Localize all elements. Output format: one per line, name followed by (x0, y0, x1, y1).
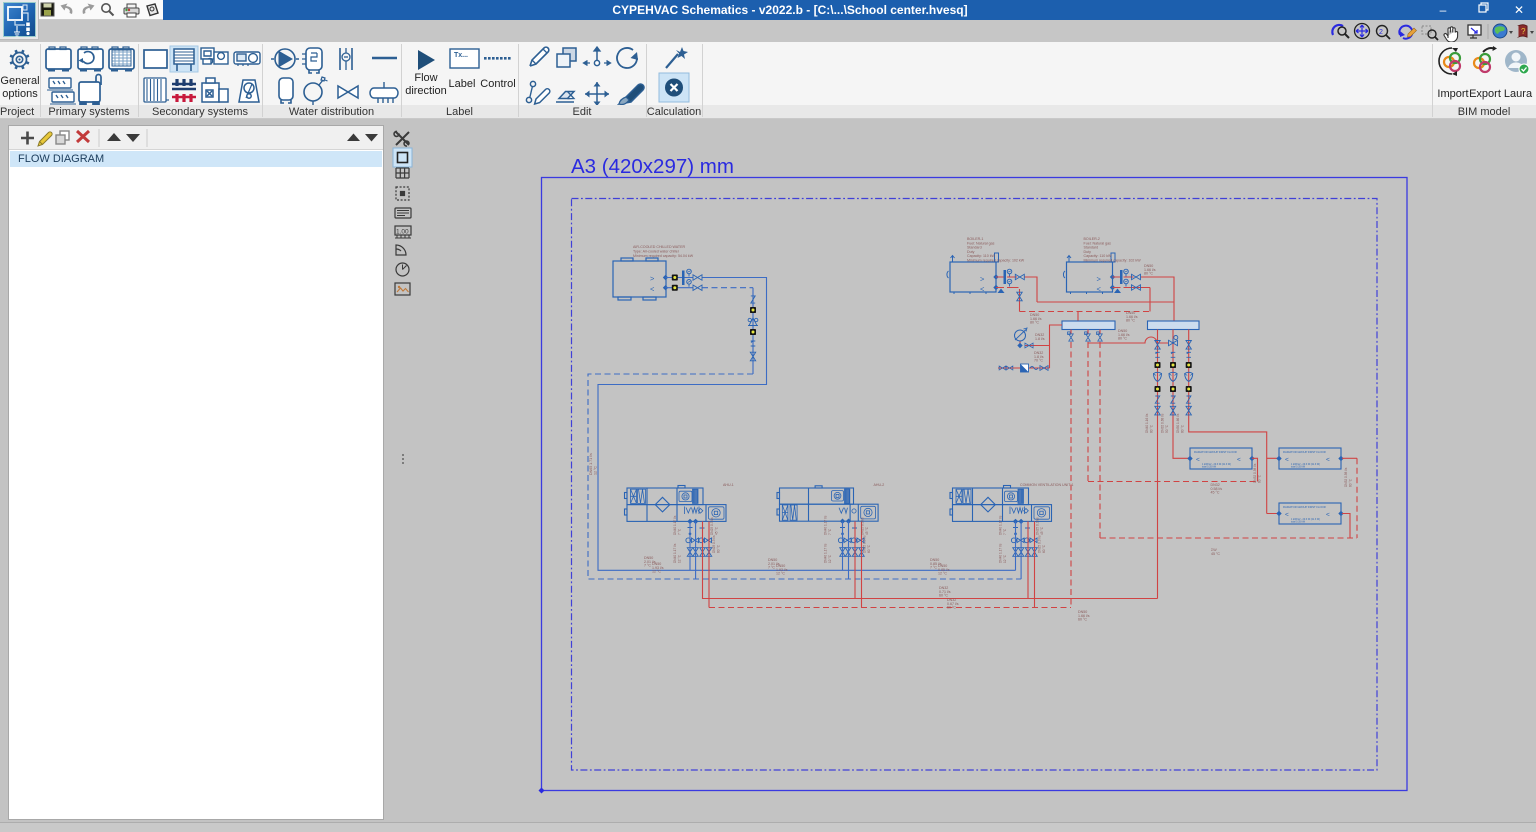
svg-text:>: > (650, 274, 655, 283)
svg-text:60 °C: 60 °C (867, 544, 871, 553)
svg-text:AHU-2: AHU-2 (874, 483, 885, 487)
svg-text:DN32 0.58 l/s: DN32 0.58 l/s (1253, 463, 1257, 483)
svg-text:DN40 1.17 l/s: DN40 1.17 l/s (999, 543, 1003, 563)
svg-text:DN40 1.17 l/s: DN40 1.17 l/s (824, 515, 828, 535)
svg-text:2: 2 (1379, 29, 1383, 36)
svg-text:60 °C: 60 °C (717, 544, 721, 553)
svg-text:DN25 0.3 l/s: DN25 0.3 l/s (861, 517, 865, 535)
svg-text:7 °C: 7 °C (1003, 528, 1007, 535)
svg-text:12 °C: 12 °C (678, 554, 682, 563)
svg-text:DN25 0.3 l/s: DN25 0.3 l/s (710, 517, 714, 535)
svg-text:45 °C: 45 °C (715, 526, 719, 535)
svg-text:Minimum required capacity: 54.: Minimum required capacity: 54.04 kW (633, 254, 694, 258)
svg-text:DN65 1.71 l/s: DN65 1.71 l/s (589, 453, 593, 475)
svg-text:60 °C: 60 °C (939, 594, 948, 598)
svg-text:45 °C: 45 °C (1040, 526, 1044, 535)
svg-text:DN25 0.3 l/s: DN25 0.3 l/s (1036, 517, 1040, 535)
svg-text:60 °C: 60 °C (947, 606, 956, 610)
svg-text:Type: Air-cooled water chiller: Type: Air-cooled water chiller (633, 250, 680, 254)
svg-text:60 °C: 60 °C (1258, 474, 1262, 483)
svg-text:DN25 0.3 l/s: DN25 0.3 l/s (1038, 535, 1042, 553)
svg-text:COMMON VENTILATION UNIT-1: COMMON VENTILATION UNIT-1 (1020, 483, 1073, 487)
svg-text:DN40 1.17 l/s: DN40 1.17 l/s (999, 515, 1003, 535)
svg-text:DN40 1.17 l/s: DN40 1.17 l/s (673, 515, 677, 535)
svg-text:80 °C: 80 °C (1118, 337, 1127, 341)
svg-text:DN25 0.3 l/s: DN25 0.3 l/s (712, 535, 716, 553)
svg-text:AIR-COOLED CHILLED WATER: AIR-COOLED CHILLED WATER (633, 245, 686, 249)
svg-text:AHU-1: AHU-1 (723, 483, 734, 487)
svg-text:DN40 1.17 l/s: DN40 1.17 l/s (824, 543, 828, 563)
svg-text:12 °C: 12 °C (776, 572, 785, 576)
svg-text:Minimum required capacity: 102: Minimum required capacity: 102 kW (967, 259, 1025, 263)
svg-text:12 °C: 12 °C (594, 466, 598, 475)
svg-text:45 °C: 45 °C (1211, 552, 1220, 556)
svg-text:1.00: 1.00 (396, 229, 409, 236)
svg-text:45 °C: 45 °C (1211, 491, 1220, 495)
svg-text:50 °C: 50 °C (1165, 424, 1169, 433)
svg-text:Minimum required capacity: 102: Minimum required capacity: 102 kW (1084, 259, 1142, 263)
svg-text:12 °C: 12 °C (828, 554, 832, 563)
svg-text:Tx...: Tx... (454, 52, 468, 59)
svg-text:12 °C: 12 °C (652, 570, 661, 574)
svg-text:80 °C: 80 °C (1030, 321, 1039, 325)
svg-text:60 °C: 60 °C (1042, 544, 1046, 553)
svg-text:80 °C: 80 °C (1126, 319, 1135, 323)
svg-text:DN50 1.66 l/s: DN50 1.66 l/s (1176, 413, 1180, 433)
svg-text:7 °C: 7 °C (768, 566, 775, 570)
svg-text:45 °C: 45 °C (865, 526, 869, 535)
svg-text:A3 (420x297) mm: A3 (420x297) mm (571, 155, 734, 178)
svg-text:12 °C: 12 °C (938, 572, 947, 576)
svg-text:60 °C: 60 °C (1349, 478, 1353, 487)
svg-text:<: < (650, 285, 655, 294)
svg-text:DN32 0.68 l/s: DN32 0.68 l/s (1161, 413, 1165, 433)
svg-text:70 °C: 70 °C (1034, 359, 1043, 363)
svg-text:DN25 0.3 l/s: DN25 0.3 l/s (863, 535, 867, 553)
svg-text:DN40 1.17 l/s: DN40 1.17 l/s (673, 543, 677, 563)
svg-text:7 °C: 7 °C (644, 564, 651, 568)
svg-text:7 °C: 7 °C (930, 566, 937, 570)
svg-text:DN32 0.58 l/s: DN32 0.58 l/s (1344, 467, 1348, 487)
svg-text:DN40 1.16 l/s: DN40 1.16 l/s (1145, 413, 1149, 433)
svg-text:80 °C: 80 °C (1181, 424, 1185, 433)
svg-text:60 °C: 60 °C (1078, 618, 1087, 622)
svg-text:7 °C: 7 °C (678, 528, 682, 535)
svg-text:7 °C: 7 °C (828, 528, 832, 535)
svg-text:1.8 l/s: 1.8 l/s (1035, 337, 1045, 341)
svg-text:?: ? (1521, 27, 1526, 36)
svg-text:80 °C: 80 °C (1150, 424, 1154, 433)
svg-text:12 °C: 12 °C (1003, 554, 1007, 563)
svg-text:80 °C: 80 °C (1144, 272, 1153, 276)
